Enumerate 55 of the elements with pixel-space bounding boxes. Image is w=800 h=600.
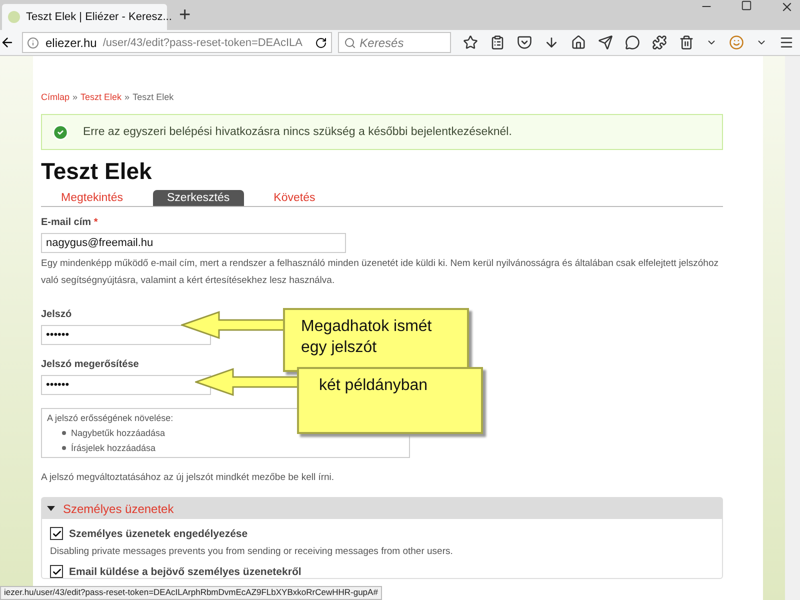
trash-icon[interactable] (679, 35, 694, 50)
bullet-icon (62, 431, 66, 435)
breadcrumb-link[interactable]: Teszt Elek (80, 92, 122, 102)
breadcrumb-text: » (124, 92, 130, 102)
field-label: E-mail cím * (41, 217, 99, 228)
callout: Megadhatok ismét egy jelszót (283, 308, 469, 372)
new-tab-button[interactable]: + (179, 4, 191, 27)
hint-item: Írásjelek hozzáadása (71, 443, 156, 453)
password-field[interactable]: •••••• (41, 325, 211, 345)
password-field[interactable]: •••••• (41, 375, 211, 395)
puzzle-icon[interactable] (652, 35, 668, 50)
password-note: A jelszó megváltoztatásához az új jelszót mindkét mezőbe be kell írni. (41, 472, 336, 483)
field-description: Egy mindenképp működő e-mail cím, mert a rendszer a felhasználó minden üzenetét ide küldi ki. Nem kerül nyilvánosságra és általában csak elfelejtett jelszóhoz való segítségnyújtásra, valamint a kért értesítésekhez lesz használva. (41, 257, 720, 288)
clipboard-icon[interactable] (490, 35, 506, 50)
search-field[interactable]: Keresés (338, 32, 452, 53)
page-tab[interactable]: Szerkesztés (153, 190, 244, 206)
option-description: Disabling private messages prevents you from sending or receiving messages from other users. (50, 546, 454, 557)
checkbox-label: Email küldése a bejövő személyes üzenetekről (69, 566, 302, 578)
send-icon[interactable] (598, 35, 614, 50)
chat-icon[interactable] (625, 35, 640, 50)
pocket-icon[interactable] (517, 35, 532, 50)
checkbox-label: Személyes üzenetek engedélyezése (69, 528, 248, 540)
check-icon (52, 124, 69, 140)
field-label: Jelszó megerősítése (41, 359, 140, 370)
email-field[interactable]: nagygus@freemail.hu (41, 233, 346, 253)
info-icon[interactable] (27, 36, 40, 48)
section-title: Személyes üzenetek (63, 502, 174, 516)
menu-icon[interactable] (779, 35, 794, 50)
back-icon[interactable] (0, 35, 14, 50)
status-url: iezer.hu/user/43/edit?pass-reset-token=DEAcILArphRbmDvmEcAZ9FLbXYBxkoRrCewHHR-gupA# (0, 586, 382, 600)
hint-item: Nagybetűk hozzáadása (71, 428, 166, 438)
maximize-icon[interactable] (741, 0, 752, 11)
breadcrumb-text: Teszt Elek (132, 92, 174, 102)
callout: két példányban (297, 367, 483, 434)
home-icon[interactable] (571, 35, 586, 50)
field-label: Jelszó (41, 309, 73, 320)
smiley-icon[interactable] (729, 35, 744, 50)
scrollbar[interactable] (785, 56, 800, 600)
bullet-icon (62, 446, 66, 450)
breadcrumb-link[interactable]: Címlap (41, 92, 70, 102)
message-text: Erre az egyszeri belépési hivatkozásra nincs szükség a későbbi bejelentkezéseknél. (83, 126, 512, 138)
close-icon[interactable] (780, 0, 794, 14)
address-bar[interactable]: eliezer.hu /user/43/edit?pass-reset-token=DEAcILA (22, 32, 332, 53)
breadcrumb-text: » (72, 92, 78, 102)
page-tab[interactable]: Követés (260, 190, 330, 206)
favicon-icon (8, 11, 20, 23)
page-tab[interactable]: Megtekintés (47, 190, 138, 206)
download-icon[interactable] (544, 35, 560, 50)
star-icon[interactable] (463, 35, 478, 50)
checkbox[interactable] (50, 527, 63, 540)
page-title: Teszt Elek (41, 158, 153, 185)
hint-title: A jelszó erősségének növelése: (47, 413, 174, 423)
search-icon (344, 36, 356, 48)
checkbox[interactable] (50, 565, 63, 578)
reload-icon[interactable] (314, 36, 327, 48)
